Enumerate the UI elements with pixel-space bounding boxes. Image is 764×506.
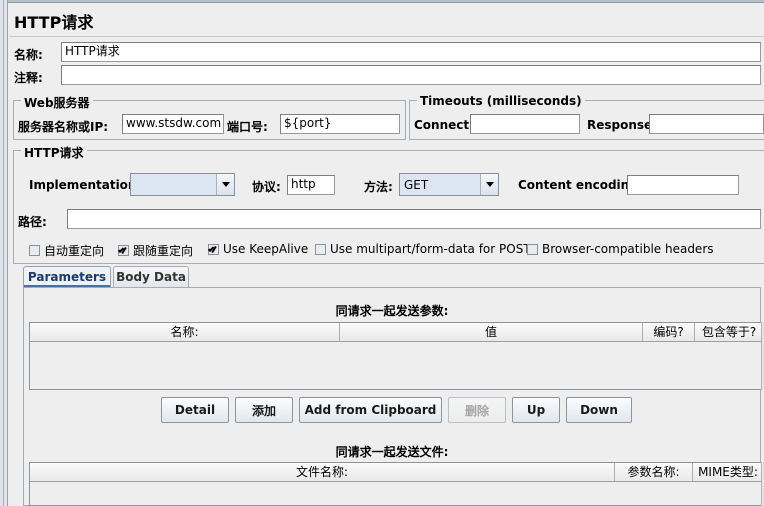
down-button-label: Down [580,403,618,417]
parameters-table-header: 名称: 值 编码? 包含等于? [30,323,763,342]
checkbox-box-use-keepalive[interactable] [208,243,219,255]
protocol-label: 协议: [252,180,281,194]
checkbox-box-follow-redirect[interactable] [118,245,129,256]
panel-body: HTTP请求 名称: HTTP请求 注释: Web服务器 服务器名称或IP: w… [9,4,764,506]
detail-button[interactable]: Detail [161,397,229,423]
parameters-col-encode[interactable]: 编码? [643,323,695,341]
response-timeout-label: Response: [587,118,657,132]
checkbox-browser-compatible-headers[interactable]: Browser-compatible headers [527,242,714,256]
delete-button-label: 删除 [464,403,489,418]
server-port-input[interactable]: ${port} [280,114,400,134]
chevron-down-icon[interactable] [216,174,234,195]
checkbox-use-multipart[interactable]: Use multipart/form-data for POST [315,242,531,256]
parameters-table[interactable]: 名称: 值 编码? 包含等于? [29,322,764,390]
split-pane-divider[interactable] [0,0,8,506]
method-label: 方法: [364,180,393,194]
path-label: 路径: [18,215,47,229]
connect-timeout-input[interactable] [470,114,580,134]
files-col-mime-type[interactable]: MIME类型: [693,463,763,481]
checkbox-label-follow-redirect: 跟随重定向 [133,244,194,258]
path-input[interactable] [67,209,761,229]
divider-line [3,0,4,506]
http-request-panel: HTTP请求 名称: HTTP请求 注释: Web服务器 服务器名称或IP: w… [0,0,764,506]
checkbox-box-browser-compatible-headers[interactable] [527,243,538,255]
add-button-label: 添加 [251,403,276,418]
add-from-clipboard-button[interactable]: Add from Clipboard [299,397,442,423]
checkbox-auto-redirect[interactable]: 自动重定向 [29,242,104,259]
chevron-down-icon[interactable] [480,174,498,195]
comment-label: 注释: [14,71,43,85]
up-button[interactable]: Up [512,397,560,423]
checkbox-label-auto-redirect: 自动重定向 [44,244,105,258]
parameters-col-name[interactable]: 名称: [30,323,340,341]
detail-button-label: Detail [174,403,216,417]
connect-timeout-label: Connect: [414,118,474,132]
add-from-clipboard-button-label: Add from Clipboard [304,403,437,417]
name-input[interactable]: HTTP请求 [61,42,761,62]
up-button-label: Up [526,403,546,417]
server-host-label: 服务器名称或IP: [18,120,109,134]
comment-input[interactable] [61,65,761,85]
checkbox-label-browser-compatible-headers: Browser-compatible headers [542,242,714,256]
title-separator [9,36,764,37]
server-port-label: 端口号: [227,120,268,134]
server-host-input[interactable]: www.stsdw.com [122,114,224,134]
checkbox-box-use-multipart[interactable] [315,243,326,255]
parameters-table-body[interactable] [30,342,763,389]
content-encoding-label: Content encoding: [518,178,643,192]
name-label: 名称: [14,48,43,62]
page-title: HTTP请求 [14,13,94,32]
checkbox-use-keepalive[interactable]: Use KeepAlive [208,242,308,256]
tab-parameters[interactable]: Parameters [23,266,111,287]
tab-body-data[interactable]: Body Data [113,266,189,287]
web-server-group-title: Web服务器 [21,94,93,111]
parameters-col-include-equals[interactable]: 包含等于? [695,323,763,341]
timeouts-group-title: Timeouts (milliseconds) [417,94,585,108]
tab-body-data-label: Body Data [116,270,186,284]
implementation-dropdown[interactable] [130,173,235,196]
protocol-input[interactable]: http [287,175,335,195]
files-table-body[interactable] [30,482,763,505]
checkbox-label-use-multipart: Use multipart/form-data for POST [330,242,531,256]
add-button[interactable]: 添加 [235,397,293,423]
delete-button: 删除 [448,397,506,423]
down-button[interactable]: Down [566,397,632,423]
parameters-caption: 同请求一起发送参数: [335,304,449,318]
files-table-header: 文件名称: 参数名称: MIME类型: [30,463,763,482]
checkbox-label-use-keepalive: Use KeepAlive [223,242,309,256]
method-dropdown[interactable]: GET [399,173,499,196]
files-col-filename[interactable]: 文件名称: [30,463,615,481]
checkbox-box-auto-redirect[interactable] [29,245,40,256]
checkbox-follow-redirect[interactable]: 跟随重定向 [118,242,193,259]
tab-parameters-label: Parameters [27,270,107,284]
files-col-param-name[interactable]: 参数名称: [615,463,693,481]
parameters-col-value[interactable]: 值 [340,323,643,341]
window-top-border [8,0,764,3]
content-encoding-input[interactable] [627,175,739,195]
files-caption: 同请求一起发送文件: [335,445,449,459]
method-value: GET [404,177,429,192]
response-timeout-input[interactable] [649,114,764,134]
http-request-group-title: HTTP请求 [21,144,87,161]
files-table[interactable]: 文件名称: 参数名称: MIME类型: [29,462,764,506]
implementation-label: Implementation: [29,178,142,192]
